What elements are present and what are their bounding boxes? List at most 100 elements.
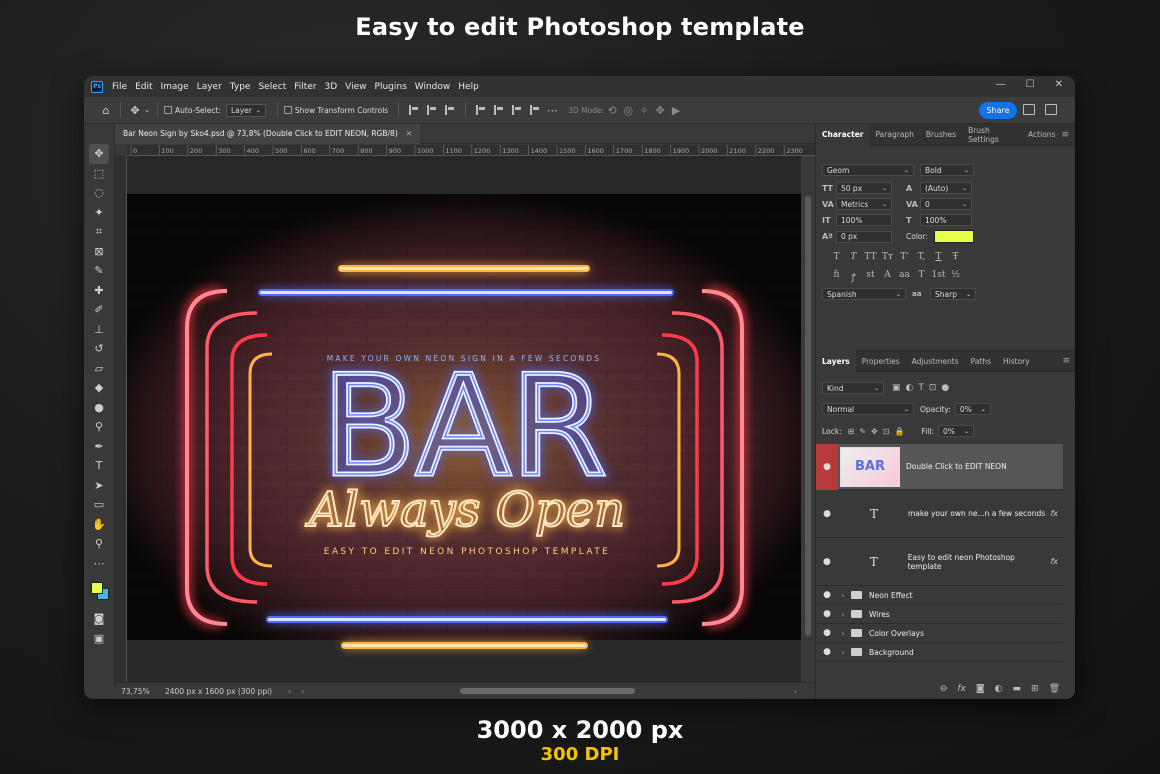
tab-layers[interactable]: Layers [816, 350, 856, 372]
tab-paths[interactable]: Paths [965, 350, 997, 372]
tab-paragraph[interactable]: Paragraph [869, 124, 919, 146]
close-icon[interactable]: ✕ [1055, 79, 1063, 90]
language-select[interactable]: Spanish ⌄ [822, 288, 906, 300]
link-layers-icon[interactable]: ⊖ [940, 684, 948, 694]
stylistic-alternates-button[interactable]: A [879, 270, 896, 283]
tab-brushes[interactable]: Brushes [920, 124, 962, 146]
maximize-icon[interactable]: ☐ [1026, 79, 1035, 90]
close-tab-icon[interactable]: ✕ [406, 129, 412, 138]
fractions-button[interactable]: ½ [947, 270, 964, 283]
menu-help[interactable]: Help [458, 82, 479, 92]
faux-bold-button[interactable]: T [828, 252, 845, 262]
menu-edit[interactable]: Edit [135, 82, 152, 92]
menu-window[interactable]: Window [415, 82, 451, 92]
distribute-icon[interactable] [530, 105, 540, 115]
zoom-level[interactable]: 73,75% [121, 687, 165, 696]
visibility-eye-icon[interactable]: ● [816, 647, 838, 657]
layer-row-group-neon-effect[interactable]: ● › Neon Effect [816, 586, 1063, 605]
panel-menu-icon[interactable]: ≡ [1061, 130, 1069, 140]
layer-row-group-wires[interactable]: ● › Wires [816, 605, 1063, 624]
menu-plugins[interactable]: Plugins [375, 82, 407, 92]
leading-field[interactable]: (Auto) ⌄ [920, 182, 972, 194]
rectangle-tool-icon[interactable]: ▭ [89, 495, 109, 515]
fill-field[interactable]: 0% ⌄ [937, 425, 974, 437]
move-tool-icon[interactable]: ✥ [89, 144, 109, 164]
show-transform-checkbox[interactable] [283, 106, 292, 114]
tab-actions[interactable]: Actions [1022, 124, 1061, 146]
color-swatches[interactable] [87, 577, 111, 603]
kerning-field[interactable]: Metrics ⌄ [836, 198, 892, 210]
history-brush-tool-icon[interactable]: ↺ [89, 339, 109, 359]
expand-chevron-icon[interactable]: › [838, 648, 848, 657]
menu-layer[interactable]: Layer [197, 82, 222, 92]
align-top-icon[interactable] [476, 105, 486, 115]
path-selection-tool-icon[interactable]: ➤ [89, 476, 109, 496]
scroll-left-icon[interactable]: ‹ [301, 687, 304, 696]
superscript-button[interactable]: T' [896, 252, 913, 262]
3d-slide-icon[interactable]: ✥ [652, 103, 668, 117]
font-style-select[interactable]: Bold ⌄ [920, 164, 974, 176]
tab-history[interactable]: History [997, 350, 1036, 372]
lasso-tool-icon[interactable]: ◌ [89, 183, 109, 203]
opacity-field[interactable]: 0% ⌄ [954, 403, 991, 415]
visibility-eye-icon[interactable]: ● [816, 557, 838, 567]
more-tools-icon[interactable]: ⋯ [89, 554, 109, 574]
brush-tool-icon[interactable]: ✐ [89, 300, 109, 320]
menu-image[interactable]: Image [161, 82, 189, 92]
lock-icons[interactable]: ⊞✎✥⊡🔒 [848, 427, 910, 436]
expand-chevron-icon[interactable]: › [838, 591, 848, 600]
old-style-button[interactable]: ꝭ [845, 270, 862, 283]
layer-row-smart-object[interactable]: ● BAR Double Click to EDIT NEON [816, 443, 1063, 490]
move-tool-icon[interactable]: ✥ [127, 103, 143, 117]
font-family-select[interactable]: Geom ⌄ [822, 164, 914, 176]
tab-adjustments[interactable]: Adjustments [906, 350, 965, 372]
document-tab[interactable]: Bar Neon Sign by Sko4.psd @ 73,8% (Doubl… [115, 123, 421, 144]
expand-chevron-icon[interactable]: › [838, 629, 848, 638]
layer-filter-select[interactable]: Kind ⌄ [822, 382, 884, 394]
hand-tool-icon[interactable]: ✋ [89, 515, 109, 535]
crop-tool-icon[interactable]: ⌗ [89, 222, 109, 242]
align-left-icon[interactable] [409, 105, 419, 115]
auto-select-checkbox[interactable] [164, 106, 172, 114]
blend-mode-select[interactable]: Normal ⌄ [822, 403, 914, 415]
zoom-tool-icon[interactable]: ⚲ [89, 534, 109, 554]
paint-bucket-tool-icon[interactable]: ◆ [89, 378, 109, 398]
add-mask-icon[interactable]: ◙ [976, 684, 985, 694]
tab-brush-settings[interactable]: Brush Settings [962, 124, 1022, 146]
align-middle-icon[interactable] [494, 105, 504, 115]
vertical-scale-field[interactable]: 100% [836, 214, 892, 226]
vertical-scroll-thumb[interactable] [805, 196, 811, 636]
align-bottom-icon[interactable] [512, 105, 522, 115]
vertical-scrollbar[interactable] [801, 156, 815, 682]
chevron-down-icon[interactable]: ⌄ [143, 103, 151, 117]
small-caps-button[interactable]: Tт [879, 252, 896, 262]
marquee-tool-icon[interactable]: ⬚ [89, 164, 109, 184]
expand-chevron-icon[interactable]: › [838, 610, 848, 619]
clone-stamp-tool-icon[interactable]: ⊥ [89, 320, 109, 340]
auto-select-dropdown[interactable]: Layer ⌄ [225, 103, 266, 117]
healing-brush-tool-icon[interactable]: ✚ [89, 281, 109, 301]
ligatures-button[interactable]: fi [828, 270, 845, 283]
layer-row-text-1[interactable]: ● T make your own ne...n a few seconds f… [816, 490, 1063, 538]
new-layer-icon[interactable]: ⊞ [1031, 684, 1039, 694]
horizontal-scroll-thumb[interactable] [460, 688, 635, 694]
visibility-eye-icon[interactable]: ● [816, 628, 838, 638]
more-options-icon[interactable]: ⋯ [544, 103, 560, 117]
swash-button[interactable]: st [862, 270, 879, 283]
blur-tool-icon[interactable]: ● [89, 398, 109, 418]
text-color-swatch[interactable] [933, 230, 974, 243]
visibility-eye-icon[interactable]: ● [816, 609, 838, 619]
font-size-field[interactable]: 50 px ⌄ [836, 182, 892, 194]
share-button[interactable]: Share [979, 102, 1017, 119]
scroll-right-icon[interactable]: › [794, 687, 797, 696]
eraser-tool-icon[interactable]: ▱ [89, 359, 109, 379]
layer-effects-icon[interactable]: fx [1050, 509, 1058, 518]
ordinals-button[interactable]: T [913, 270, 930, 283]
underline-button[interactable]: T [930, 252, 947, 262]
baseline-shift-field[interactable]: 0 px [836, 230, 892, 243]
delete-layer-icon[interactable]: 🗑 [1049, 684, 1060, 694]
3d-orbit-icon[interactable]: ⟲ [604, 103, 620, 117]
dodge-tool-icon[interactable]: ⚲ [89, 417, 109, 437]
minimize-icon[interactable]: — [996, 79, 1006, 90]
faux-italic-button[interactable]: T [845, 252, 862, 262]
